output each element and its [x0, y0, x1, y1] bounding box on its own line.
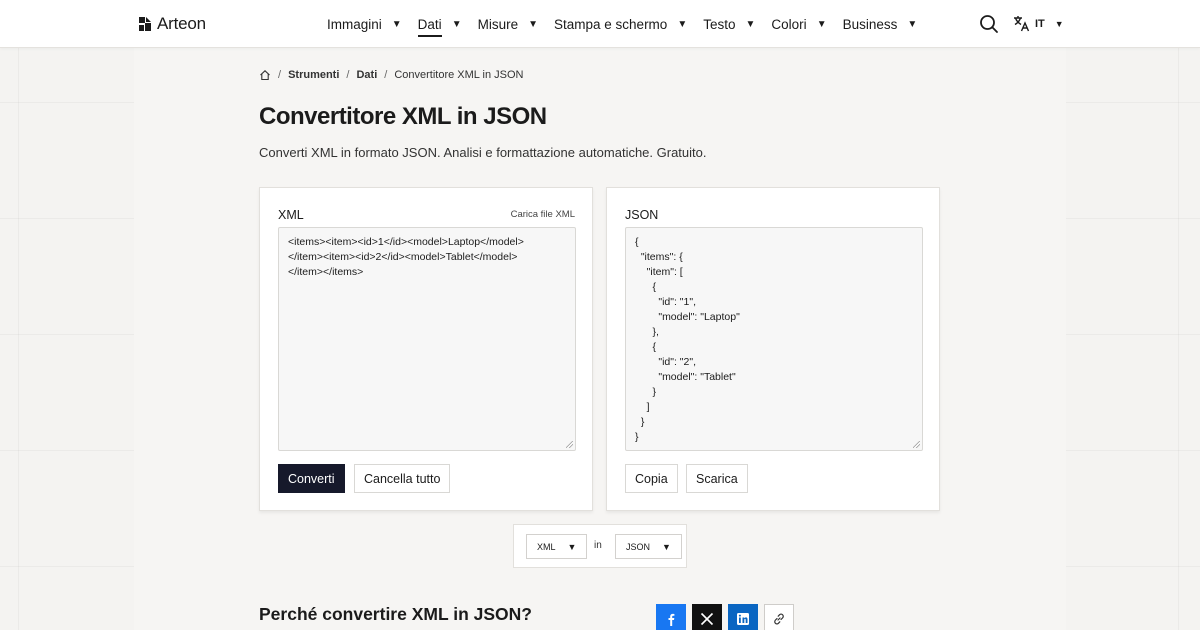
xml-label: XML: [278, 208, 304, 222]
caret-down-icon: ▼: [567, 541, 577, 552]
section-title: Perché convertire XML in JSON?: [259, 604, 532, 624]
to-format-select[interactable]: JSON ▼: [615, 534, 682, 559]
page-title: Convertitore XML in JSON: [259, 103, 547, 130]
share-linkedin-button[interactable]: [728, 604, 758, 630]
nav-label: Testo: [703, 16, 736, 32]
translate-icon: [1014, 16, 1030, 32]
upload-xml-link[interactable]: Carica file XML: [511, 209, 575, 220]
nav-item-immagini[interactable]: Immagini ▼: [327, 0, 402, 48]
caret-down-icon: ▼: [391, 18, 402, 30]
copy-link-button[interactable]: [764, 604, 794, 630]
nav-item-dati[interactable]: Dati ▼: [417, 0, 462, 48]
breadcrumb-item-current: Convertitore XML in JSON: [394, 69, 524, 81]
logo-icon: [139, 17, 151, 31]
caret-down-icon: ▼: [528, 18, 539, 30]
json-label: JSON: [625, 208, 659, 222]
nav-item-colori[interactable]: Colori ▼: [771, 0, 826, 48]
search-button[interactable]: [978, 13, 1000, 35]
nav-label: Dati: [417, 17, 442, 37]
caret-down-icon: ▼: [816, 18, 827, 30]
nav-item-misure[interactable]: Misure ▼: [478, 0, 538, 48]
breadcrumb-item-dati[interactable]: Dati: [356, 69, 377, 81]
xml-input[interactable]: <items><item><id>1</id><model>Laptop</mo…: [278, 227, 576, 451]
caret-down-icon: ▼: [677, 18, 688, 30]
json-output-card: JSON { "items": { "item": [ { "id": "1",…: [606, 187, 940, 511]
xml-input-value: <items><item><id>1</id><model>Laptop</mo…: [288, 236, 524, 278]
from-format-select[interactable]: XML ▼: [526, 534, 588, 559]
nav-item-business[interactable]: Business ▼: [843, 0, 918, 48]
caret-down-icon: ▼: [662, 541, 671, 552]
page-subtitle: Converti XML in formato JSON. Analisi e …: [259, 145, 707, 160]
convert-button[interactable]: Converti: [278, 464, 345, 493]
format-selector-bar: XML ▼ in JSON ▼: [513, 524, 687, 568]
share-x-button[interactable]: [692, 604, 722, 630]
from-format-value: XML: [537, 541, 556, 552]
link-icon: [774, 613, 784, 625]
logo[interactable]: Arteon: [137, 14, 206, 34]
breadcrumb-separator: /: [278, 69, 282, 81]
home-icon[interactable]: [259, 69, 271, 81]
search-icon: [980, 15, 998, 33]
caret-down-icon: ▼: [907, 18, 918, 30]
main-nav: Immagini ▼ Dati ▼ Misure ▼ Stampa e sche…: [327, 0, 933, 48]
download-button[interactable]: Scarica: [686, 464, 748, 493]
language-selector[interactable]: IT ▼: [1013, 15, 1064, 32]
to-format-value: JSON: [626, 541, 651, 552]
caret-down-icon: ▼: [1054, 18, 1064, 29]
nav-label: Immagini: [327, 16, 382, 32]
json-output-value: { "items": { "item": [ { "id": "1", "mod…: [635, 236, 740, 443]
x-icon: [700, 612, 714, 626]
nav-item-testo[interactable]: Testo ▼: [703, 0, 755, 48]
format-connector: in: [594, 540, 602, 551]
clear-all-button[interactable]: Cancella tutto: [354, 464, 451, 493]
top-header: Arteon Immagini ▼ Dati ▼ Misure ▼ Stampa…: [0, 0, 1200, 48]
breadcrumb-separator: /: [346, 69, 350, 81]
breadcrumb: / Strumenti / Dati / Convertitore XML in…: [259, 69, 524, 81]
language-code: IT: [1035, 17, 1045, 30]
nav-label: Stampa e schermo: [554, 16, 668, 32]
nav-label: Misure: [477, 16, 519, 32]
nav-label: Colori: [771, 16, 807, 32]
breadcrumb-item-strumenti[interactable]: Strumenti: [288, 69, 339, 81]
resize-handle[interactable]: [566, 441, 573, 448]
linkedin-icon: [737, 613, 749, 625]
nav-label: Business: [842, 16, 898, 32]
share-facebook-button[interactable]: [656, 604, 686, 630]
brand-name: Arteon: [157, 14, 206, 33]
caret-down-icon: ▼: [745, 18, 756, 30]
breadcrumb-separator: /: [384, 69, 388, 81]
nav-item-stampa[interactable]: Stampa e schermo ▼: [554, 0, 687, 48]
copy-button[interactable]: Copia: [625, 464, 678, 493]
xml-input-card: XML Carica file XML <items><item><id>1</…: [259, 187, 593, 511]
facebook-icon: [668, 613, 675, 626]
json-output[interactable]: { "items": { "item": [ { "id": "1", "mod…: [625, 227, 923, 451]
resize-handle[interactable]: [913, 441, 920, 448]
caret-down-icon: ▼: [451, 18, 462, 30]
